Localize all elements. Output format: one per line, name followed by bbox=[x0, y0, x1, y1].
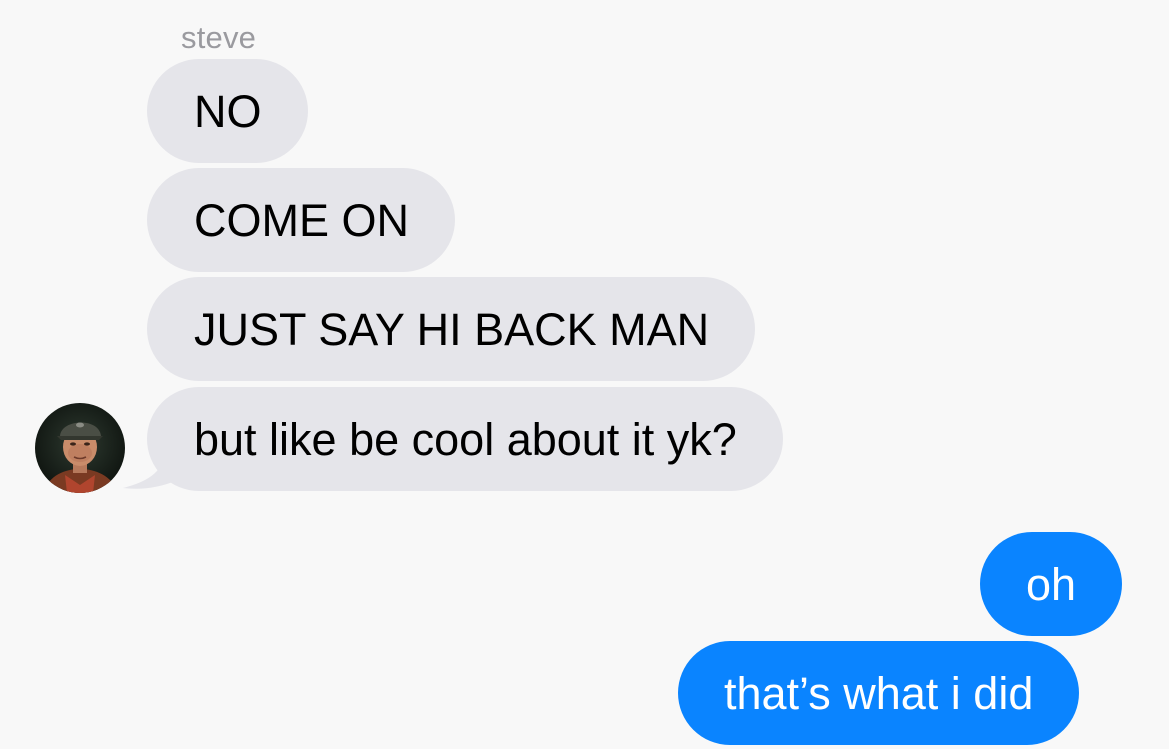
incoming-message-bubble[interactable]: but like be cool about it yk? bbox=[147, 387, 783, 491]
incoming-message-bubble[interactable]: NO bbox=[147, 59, 308, 163]
message-text: that’s what i did bbox=[724, 667, 1034, 719]
message-text: COME ON bbox=[194, 194, 410, 246]
outgoing-message-bubble[interactable]: oh bbox=[980, 532, 1123, 636]
incoming-message-bubble[interactable]: COME ON bbox=[147, 168, 456, 272]
message-text: oh bbox=[1026, 558, 1077, 610]
outgoing-bubble-tail bbox=[1082, 700, 1122, 746]
avatar-photo-icon bbox=[35, 403, 125, 493]
message-text: NO bbox=[194, 85, 262, 137]
message-text: but like be cool about it yk? bbox=[194, 413, 737, 465]
contact-avatar[interactable] bbox=[35, 403, 125, 493]
message-text: JUST SAY HI BACK MAN bbox=[194, 303, 710, 355]
sender-name: steve bbox=[181, 20, 257, 55]
outgoing-message-bubble[interactable]: that’s what i did bbox=[678, 641, 1080, 745]
incoming-message-bubble[interactable]: JUST SAY HI BACK MAN bbox=[147, 277, 756, 381]
